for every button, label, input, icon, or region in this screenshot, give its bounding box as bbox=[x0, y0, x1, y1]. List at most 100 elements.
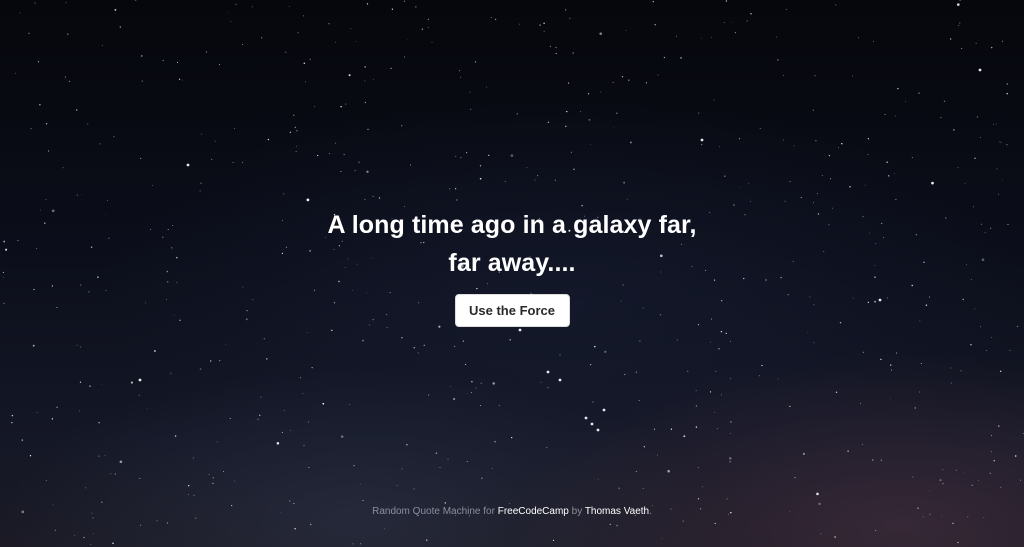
use-the-force-button[interactable]: Use the Force bbox=[454, 294, 570, 327]
star bbox=[569, 17, 571, 19]
star bbox=[787, 294, 789, 296]
star bbox=[401, 468, 403, 470]
star bbox=[367, 128, 369, 131]
star bbox=[212, 477, 214, 479]
star bbox=[872, 40, 874, 42]
star bbox=[616, 524, 618, 527]
star bbox=[19, 12, 21, 14]
star bbox=[322, 402, 325, 405]
star bbox=[749, 201, 751, 202]
star bbox=[537, 175, 539, 177]
star bbox=[949, 38, 952, 40]
star bbox=[642, 487, 644, 489]
star bbox=[645, 82, 647, 84]
star bbox=[676, 35, 677, 37]
star bbox=[302, 15, 305, 17]
star bbox=[998, 425, 1000, 427]
star bbox=[79, 381, 82, 383]
star bbox=[739, 186, 741, 188]
star bbox=[894, 115, 896, 117]
footer-by: by bbox=[568, 506, 585, 517]
star bbox=[305, 81, 306, 83]
star bbox=[156, 519, 158, 522]
star bbox=[725, 0, 728, 2]
star bbox=[257, 418, 259, 420]
star bbox=[470, 392, 472, 394]
star bbox=[834, 536, 837, 538]
star bbox=[1009, 349, 1011, 351]
star bbox=[404, 0, 406, 2]
star bbox=[176, 256, 178, 259]
star bbox=[465, 363, 467, 365]
star bbox=[750, 13, 752, 15]
star bbox=[64, 76, 66, 78]
freecodecamp-link[interactable]: FreeCodeCamp bbox=[498, 506, 569, 517]
star bbox=[984, 232, 986, 234]
star bbox=[284, 51, 287, 53]
star bbox=[343, 153, 345, 155]
star bbox=[29, 455, 32, 457]
star bbox=[1002, 40, 1003, 42]
star bbox=[940, 116, 942, 119]
star bbox=[813, 202, 814, 204]
author-link[interactable]: Thomas Vaeth bbox=[585, 506, 649, 517]
star bbox=[919, 391, 921, 393]
star bbox=[915, 234, 917, 236]
star bbox=[415, 6, 417, 8]
star bbox=[76, 194, 78, 196]
star bbox=[170, 372, 172, 375]
star bbox=[44, 222, 46, 224]
star bbox=[39, 209, 41, 211]
star bbox=[211, 158, 213, 160]
star bbox=[242, 161, 244, 163]
star bbox=[251, 6, 253, 8]
star bbox=[56, 406, 58, 409]
star bbox=[492, 382, 495, 385]
star bbox=[471, 381, 473, 383]
star bbox=[695, 390, 697, 391]
star bbox=[167, 229, 169, 230]
star bbox=[260, 396, 262, 398]
star bbox=[920, 363, 922, 364]
star bbox=[835, 4, 837, 6]
star bbox=[731, 21, 733, 23]
star bbox=[687, 370, 689, 372]
star bbox=[32, 344, 35, 347]
star bbox=[592, 401, 594, 403]
star bbox=[613, 127, 615, 129]
star bbox=[891, 369, 893, 371]
star bbox=[78, 410, 81, 412]
star bbox=[460, 76, 462, 78]
star bbox=[957, 541, 959, 544]
star bbox=[401, 337, 403, 339]
star bbox=[281, 431, 283, 434]
star bbox=[555, 46, 557, 49]
star bbox=[17, 240, 19, 242]
star bbox=[76, 344, 78, 346]
star bbox=[959, 22, 961, 24]
star bbox=[212, 482, 214, 484]
star bbox=[341, 435, 344, 438]
star bbox=[573, 168, 575, 170]
star bbox=[76, 109, 78, 111]
star bbox=[130, 381, 133, 384]
star bbox=[449, 188, 451, 190]
star bbox=[780, 276, 782, 279]
star bbox=[609, 523, 611, 526]
star bbox=[682, 520, 684, 522]
footer-suffix: . bbox=[649, 506, 652, 517]
star bbox=[283, 409, 285, 412]
bright-star bbox=[584, 416, 588, 420]
star bbox=[450, 386, 452, 387]
star bbox=[345, 103, 347, 105]
star bbox=[626, 198, 628, 201]
star bbox=[959, 0, 961, 1]
star bbox=[974, 157, 976, 160]
star bbox=[723, 21, 725, 23]
star bbox=[895, 198, 897, 200]
star bbox=[153, 349, 156, 353]
star bbox=[957, 167, 959, 169]
star bbox=[252, 298, 254, 300]
star bbox=[976, 116, 979, 118]
star bbox=[547, 121, 550, 123]
